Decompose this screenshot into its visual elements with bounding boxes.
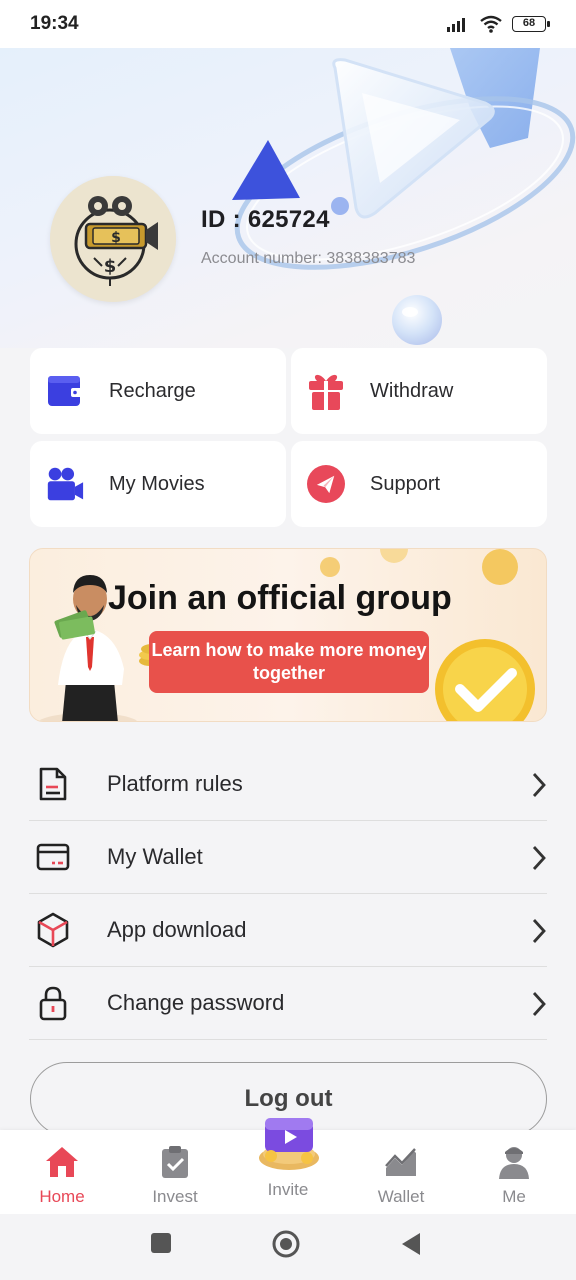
tab-invite[interactable]: Invite xyxy=(233,1118,343,1214)
document-icon xyxy=(29,760,77,808)
menu-label: My Wallet xyxy=(107,844,203,869)
wallet-icon xyxy=(46,372,84,410)
account-number: Account number: 3838383783 xyxy=(201,250,416,267)
tab-label: Home xyxy=(39,1187,85,1206)
recent-apps-icon[interactable] xyxy=(150,1232,172,1254)
status-time: 19:34 xyxy=(30,13,79,34)
signal-icon xyxy=(447,18,465,32)
withdraw-button[interactable]: Withdraw xyxy=(291,348,547,434)
svg-text:$: $ xyxy=(111,230,121,246)
bottom-tab-bar: Home Invest Invite Wallet Me xyxy=(0,1118,576,1214)
tab-wallet[interactable]: Wallet xyxy=(346,1130,456,1214)
clipboard-check-icon xyxy=(162,1146,188,1178)
tab-home[interactable]: Home xyxy=(7,1130,117,1214)
user-id: ID : 625724 xyxy=(201,206,330,233)
gift-icon xyxy=(307,372,345,410)
gift-box-icon xyxy=(259,1118,319,1170)
my-movies-label: My Movies xyxy=(109,472,205,495)
svg-text:$: $ xyxy=(104,256,117,277)
recharge-button[interactable]: Recharge xyxy=(30,348,286,434)
cube-icon xyxy=(29,906,77,954)
menu-label: App download xyxy=(107,917,247,942)
my-movies-button[interactable]: My Movies xyxy=(30,441,286,527)
chevron-right-icon xyxy=(532,992,546,1016)
join-group-banner[interactable]: Join an official group Learn how to make… xyxy=(29,548,547,722)
menu-item-platform-rules[interactable]: Platform rules xyxy=(29,748,547,821)
tab-label: Invite xyxy=(267,1180,309,1199)
recharge-label: Recharge xyxy=(109,379,196,402)
chevron-right-icon xyxy=(532,773,546,797)
tab-label: Wallet xyxy=(377,1187,425,1206)
tab-invest[interactable]: Invest xyxy=(120,1130,230,1214)
chart-line-icon xyxy=(385,1148,416,1176)
banner-cta-button[interactable]: Learn how to make more money together xyxy=(149,631,429,693)
status-icons: 68 xyxy=(446,15,550,33)
menu-label: Change password xyxy=(107,990,285,1015)
chevron-right-icon xyxy=(532,919,546,943)
person-icon xyxy=(499,1147,529,1179)
menu-label: Platform rules xyxy=(107,771,243,796)
tab-label: Invest xyxy=(152,1187,198,1206)
tab-me[interactable]: Me xyxy=(459,1130,569,1214)
wifi-icon xyxy=(480,15,502,33)
back-icon[interactable] xyxy=(400,1232,422,1256)
battery-icon: 68 xyxy=(512,16,550,32)
settings-menu: Platform rules My Wallet App download Ch… xyxy=(29,748,547,1040)
card-icon xyxy=(29,833,77,881)
paper-plane-icon xyxy=(307,465,345,503)
tab-label: Me xyxy=(502,1187,526,1206)
movie-camera-money-logo: $ $ xyxy=(50,176,176,302)
lock-icon xyxy=(29,979,77,1027)
withdraw-label: Withdraw xyxy=(370,379,454,402)
home-icon xyxy=(46,1147,78,1177)
home-circle-icon[interactable] xyxy=(272,1230,300,1258)
support-label: Support xyxy=(370,472,441,495)
video-camera-icon xyxy=(46,465,84,503)
avatar[interactable]: $ $ xyxy=(50,176,176,302)
menu-item-change-password[interactable]: Change password xyxy=(29,967,547,1040)
menu-item-my-wallet[interactable]: My Wallet xyxy=(29,821,547,894)
chevron-right-icon xyxy=(532,846,546,870)
banner-title: Join an official group xyxy=(108,579,452,617)
system-navigation-bar xyxy=(0,1214,576,1280)
support-button[interactable]: Support xyxy=(291,441,547,527)
status-bar: 19:34 68 xyxy=(0,0,576,48)
menu-item-app-download[interactable]: App download xyxy=(29,894,547,967)
